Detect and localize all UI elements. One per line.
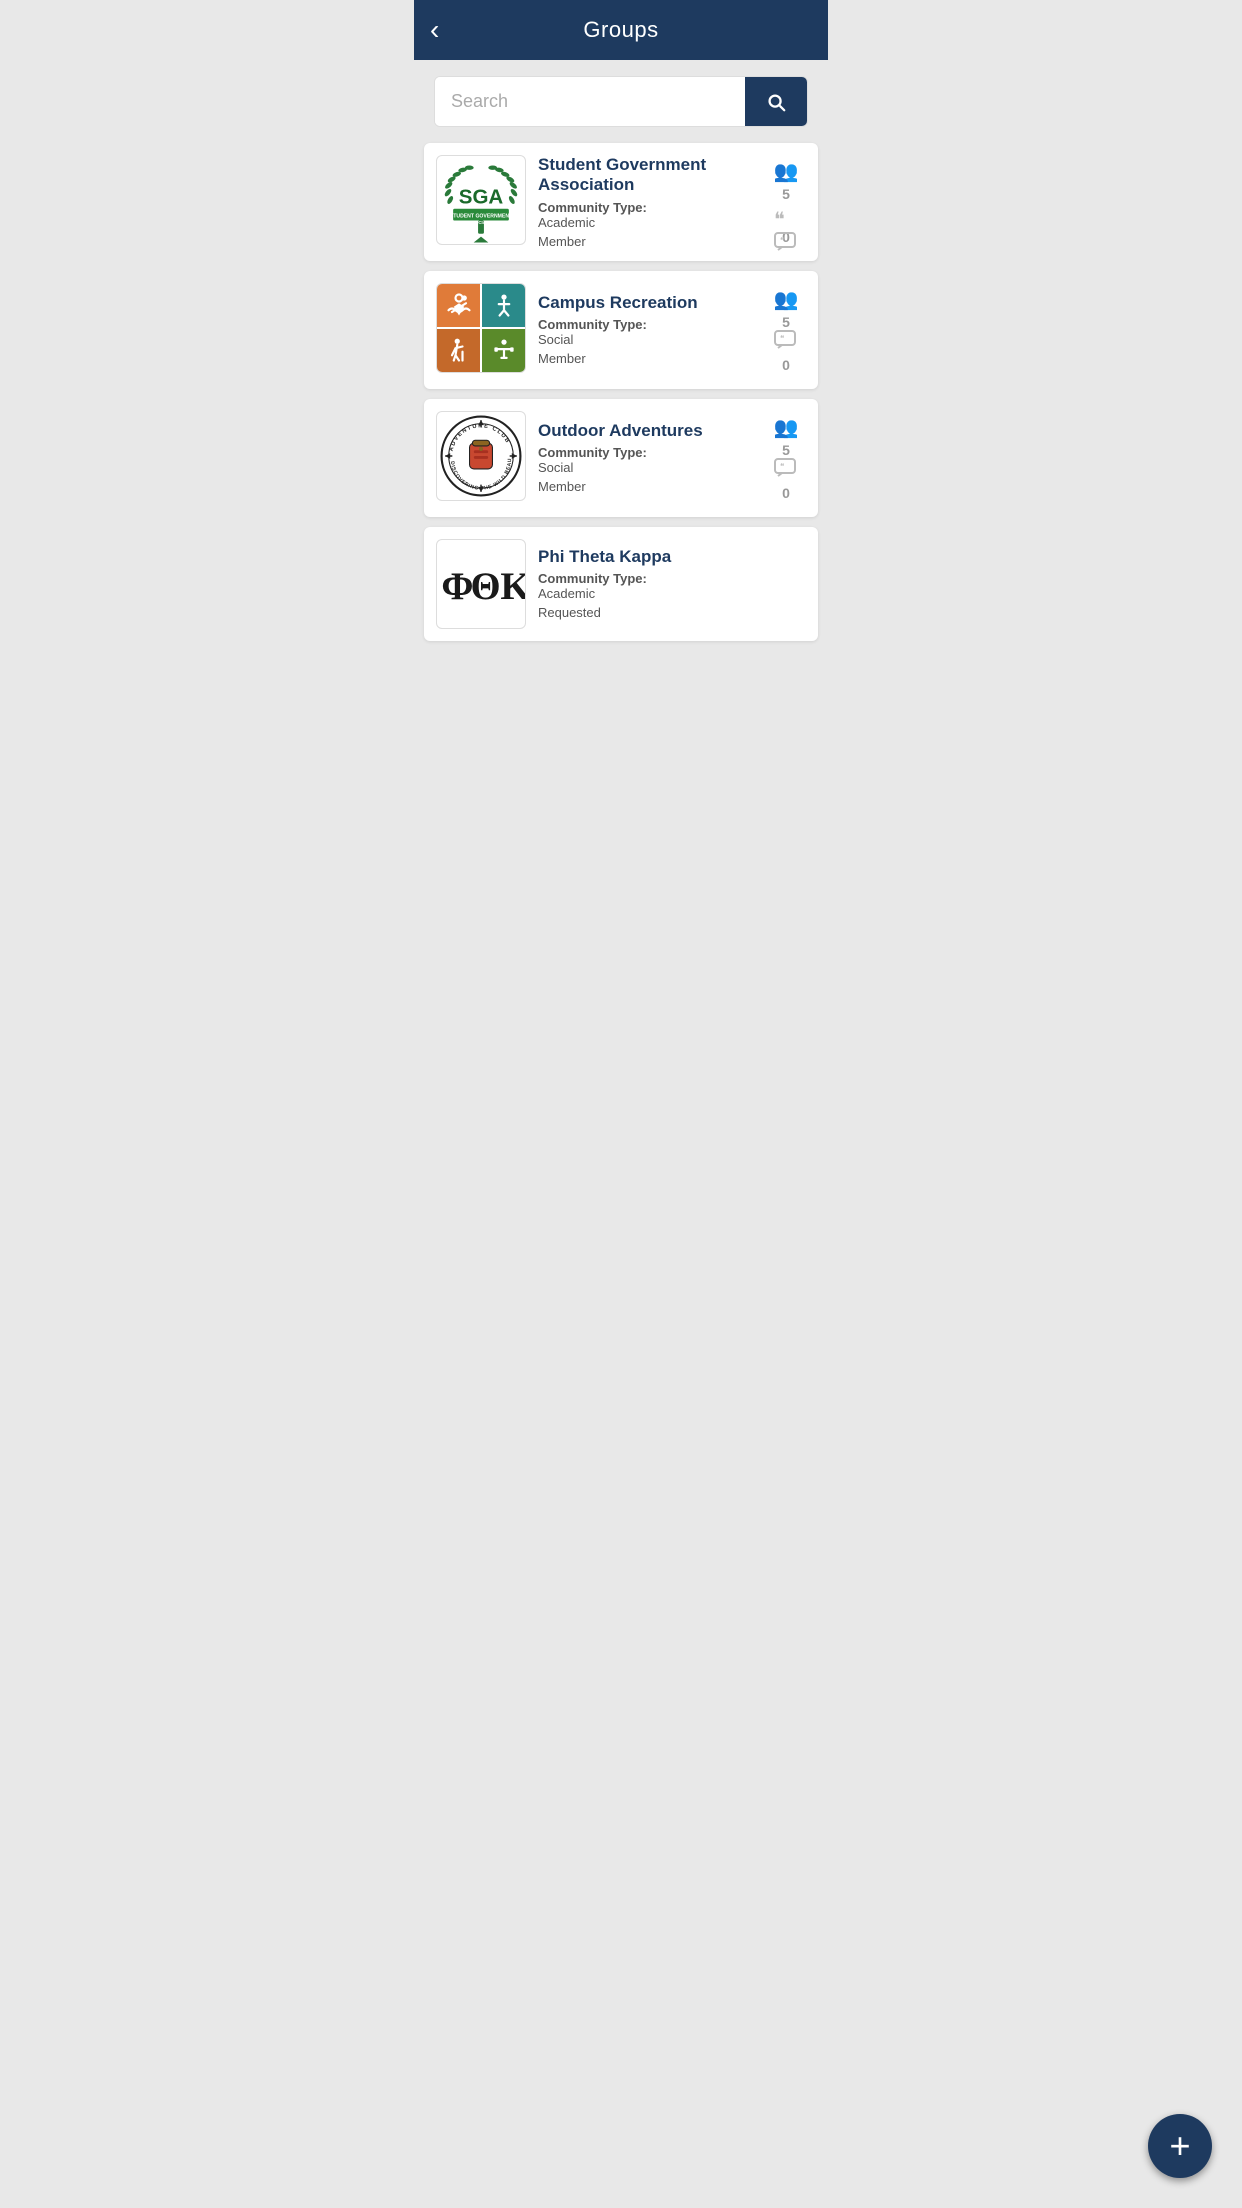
rec-cell-swim bbox=[437, 284, 480, 327]
svg-text:Θ: Θ bbox=[470, 565, 500, 608]
group-name-campus-rec: Campus Recreation bbox=[538, 293, 754, 313]
page-title: Groups bbox=[583, 17, 658, 43]
back-button[interactable]: ‹ bbox=[430, 16, 439, 44]
search-container bbox=[414, 60, 828, 143]
group-logo-ptk: Φ Θ K bbox=[436, 539, 526, 629]
group-type-campus-rec: Social bbox=[538, 332, 754, 347]
group-name-outdoor: Outdoor Adventures bbox=[538, 421, 754, 441]
search-button[interactable] bbox=[745, 77, 807, 126]
group-type-label-sga: Community Type: bbox=[538, 200, 754, 215]
group-status-outdoor: Member bbox=[538, 479, 754, 494]
group-stats-outdoor: 👥 5 ❝ 0 bbox=[766, 411, 806, 505]
group-info-outdoor: Outdoor Adventures Community Type: Socia… bbox=[538, 411, 754, 505]
campus-rec-logo-image bbox=[437, 284, 525, 372]
group-type-label-outdoor: Community Type: bbox=[538, 445, 754, 460]
group-stats-campus-rec: 👥 5 ❝ 0 bbox=[766, 283, 806, 377]
search-input[interactable] bbox=[435, 77, 745, 126]
group-status-ptk: Requested bbox=[538, 605, 754, 620]
member-count-sga: 5 bbox=[782, 186, 790, 202]
people-icon-sga: 👥 bbox=[774, 159, 799, 184]
member-count-campus-rec: 5 bbox=[782, 314, 790, 330]
message-count-campus-rec: 0 bbox=[782, 357, 790, 373]
people-icon-outdoor: 👥 bbox=[774, 415, 799, 440]
group-stats-sga: 👥 5 ❝ 0 bbox=[766, 155, 806, 249]
group-logo-sga: SGA STUDENT GOVERNMENT ASSOCIATION bbox=[436, 155, 526, 245]
svg-text:❝: ❝ bbox=[780, 236, 784, 245]
svg-text:❝: ❝ bbox=[780, 334, 784, 343]
sga-logo-image: SGA STUDENT GOVERNMENT ASSOCIATION bbox=[437, 156, 525, 244]
member-stat-sga: 👥 5 bbox=[774, 159, 799, 202]
message-stat-outdoor: ❝ 0 bbox=[774, 458, 798, 501]
message-stat-sga: ❝ 0 bbox=[774, 207, 798, 245]
adventure-logo-image: ADVENTURE CLUB DISCOVERING THE WILD BEAU… bbox=[438, 413, 524, 499]
group-type-outdoor: Social bbox=[538, 460, 754, 475]
ptk-logo-image: Φ Θ K bbox=[437, 554, 525, 614]
message-stat-campus-rec: ❝ 0 bbox=[774, 330, 798, 373]
group-logo-campus-rec bbox=[436, 283, 526, 373]
fab-add-button[interactable]: + bbox=[1148, 2114, 1212, 2178]
svg-text:ASSOCIATION: ASSOCIATION bbox=[466, 220, 496, 225]
group-card-sga[interactable]: SGA STUDENT GOVERNMENT ASSOCIATION Stude… bbox=[424, 143, 818, 261]
member-count-outdoor: 5 bbox=[782, 442, 790, 458]
group-info-sga: Student Government Association Community… bbox=[538, 155, 754, 249]
group-name-sga: Student Government Association bbox=[538, 155, 754, 196]
rec-cell-lift bbox=[482, 329, 525, 372]
group-card-campus-rec[interactable]: Campus Recreation Community Type: Social… bbox=[424, 271, 818, 389]
member-stat-campus-rec: 👥 5 bbox=[774, 287, 799, 330]
search-bar bbox=[434, 76, 808, 127]
group-type-label-ptk: Community Type: bbox=[538, 571, 754, 586]
rec-cell-hike bbox=[437, 329, 480, 372]
header: ‹ Groups bbox=[414, 0, 828, 60]
svg-text:K: K bbox=[500, 565, 525, 608]
rec-cell-yoga bbox=[482, 284, 525, 327]
search-icon bbox=[765, 91, 787, 113]
group-info-ptk: Phi Theta Kappa Community Type: Academic… bbox=[538, 539, 754, 629]
group-type-sga: Academic bbox=[538, 215, 754, 230]
svg-text:SGA: SGA bbox=[459, 186, 504, 209]
groups-list: SGA STUDENT GOVERNMENT ASSOCIATION Stude… bbox=[414, 143, 828, 641]
chat-icon-outdoor: ❝ bbox=[774, 458, 798, 483]
chat-icon-sga: ❝ bbox=[774, 207, 798, 227]
group-info-campus-rec: Campus Recreation Community Type: Social… bbox=[538, 283, 754, 377]
people-icon-campus-rec: 👥 bbox=[774, 287, 799, 312]
group-logo-outdoor: ADVENTURE CLUB DISCOVERING THE WILD BEAU… bbox=[436, 411, 526, 501]
group-card-outdoor[interactable]: ADVENTURE CLUB DISCOVERING THE WILD BEAU… bbox=[424, 399, 818, 517]
svg-text:Φ: Φ bbox=[441, 565, 473, 608]
chat-icon-campus-rec: ❝ bbox=[774, 330, 798, 355]
message-count-outdoor: 0 bbox=[782, 485, 790, 501]
svg-text:STUDENT GOVERNMENT: STUDENT GOVERNMENT bbox=[450, 214, 513, 220]
group-type-ptk: Academic bbox=[538, 586, 754, 601]
group-name-ptk: Phi Theta Kappa bbox=[538, 547, 754, 567]
group-status-sga: Member bbox=[538, 234, 754, 249]
member-stat-outdoor: 👥 5 bbox=[774, 415, 799, 458]
svg-text:❝: ❝ bbox=[780, 462, 784, 471]
group-status-campus-rec: Member bbox=[538, 351, 754, 366]
group-stats-ptk bbox=[766, 539, 806, 629]
group-card-ptk[interactable]: Φ Θ K Phi Theta Kappa Community Type: Ac… bbox=[424, 527, 818, 641]
group-type-label-campus-rec: Community Type: bbox=[538, 317, 754, 332]
